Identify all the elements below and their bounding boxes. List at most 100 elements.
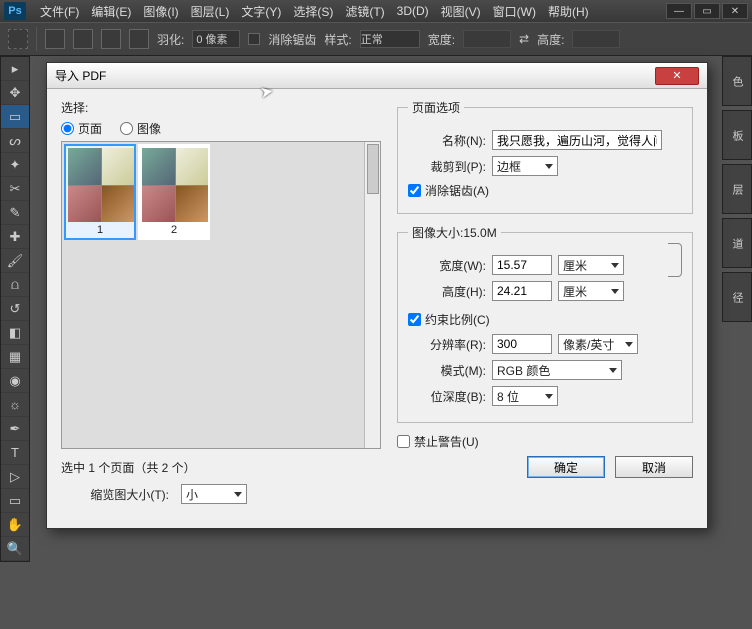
image-size-legend: 图像大小:15.0M <box>408 224 501 241</box>
marquee-tool-preset-icon[interactable] <box>8 29 28 49</box>
shape-tool[interactable]: ▭ <box>1 489 29 513</box>
mode-label: 模式(M): <box>408 362 486 379</box>
tab-toggle-icon[interactable]: ▸ <box>1 57 29 81</box>
lasso-tool[interactable]: ᔕ <box>1 129 29 153</box>
menu-view[interactable]: 视图(V) <box>435 3 487 20</box>
app-logo: Ps <box>4 2 26 20</box>
tools-panel: ▸ ✥ ▭ ᔕ ✦ ✂ ✎ ✚ 🖌 ⩍ ↺ ◧ ▦ ◉ ☼ ✒ T ▷ ▭ ✋ … <box>0 56 30 562</box>
thumbnail-2[interactable]: 2 <box>138 144 210 240</box>
healing-brush-tool[interactable]: ✚ <box>1 225 29 249</box>
selection-subtract-icon[interactable] <box>101 29 121 49</box>
suppress-warnings-checkbox[interactable]: 禁止警告(U) <box>397 433 693 450</box>
gradient-tool[interactable]: ▦ <box>1 345 29 369</box>
dialog-title: 导入 PDF <box>55 67 106 84</box>
menu-image[interactable]: 图像(I) <box>137 3 184 20</box>
thumbnail-1[interactable]: 1 <box>64 144 136 240</box>
window-minimize-button[interactable]: — <box>666 3 692 19</box>
antialias-checkbox[interactable] <box>248 33 260 45</box>
crop-select[interactable]: 边框 <box>492 156 558 176</box>
menu-layer[interactable]: 图层(L) <box>185 3 236 20</box>
right-panels: 色 板 层 道 径 <box>722 56 752 322</box>
thumbsize-label: 缩览图大小(T): <box>61 486 169 503</box>
radio-image[interactable]: 图像 <box>120 120 161 137</box>
image-size-group: 图像大小:15.0M 宽度(W): 厘米 高度(H): 厘米 <box>397 224 693 423</box>
zoom-tool[interactable]: 🔍 <box>1 537 29 561</box>
height-label: 高度(H): <box>408 283 486 300</box>
options-bar: 羽化: 消除锯齿 样式: 正常 宽度: ⇄ 高度: <box>0 22 752 56</box>
width-input <box>463 30 511 48</box>
menu-window[interactable]: 窗口(W) <box>487 3 542 20</box>
width-label: 宽度(W): <box>408 257 486 274</box>
height-unit-select[interactable]: 厘米 <box>558 281 624 301</box>
ok-button[interactable]: 确定 <box>527 456 605 478</box>
menu-type[interactable]: 文字(Y) <box>235 3 287 20</box>
selection-intersect-icon[interactable] <box>129 29 149 49</box>
name-label: 名称(N): <box>408 132 486 149</box>
antialias-checkbox[interactable]: 消除锯齿(A) <box>408 182 682 199</box>
resolution-input[interactable] <box>492 334 552 354</box>
dialog-close-button[interactable]: ✕ <box>655 67 699 85</box>
menu-help[interactable]: 帮助(H) <box>542 3 595 20</box>
eraser-tool[interactable]: ◧ <box>1 321 29 345</box>
move-tool[interactable]: ✥ <box>1 81 29 105</box>
app-menubar: Ps 文件(F) 编辑(E) 图像(I) 图层(L) 文字(Y) 选择(S) 滤… <box>0 0 752 22</box>
eyedropper-tool[interactable]: ✎ <box>1 201 29 225</box>
feather-label: 羽化: <box>157 31 184 48</box>
pen-tool[interactable]: ✒ <box>1 417 29 441</box>
feather-input[interactable] <box>192 30 240 48</box>
brush-tool[interactable]: 🖌 <box>1 249 29 273</box>
clone-stamp-tool[interactable]: ⩍ <box>1 273 29 297</box>
menu-3d[interactable]: 3D(D) <box>391 4 435 18</box>
selection-status: 选中 1 个页面（共 2 个） <box>61 459 381 476</box>
hand-tool[interactable]: ✋ <box>1 513 29 537</box>
name-input[interactable] <box>492 130 662 150</box>
type-tool[interactable]: T <box>1 441 29 465</box>
resolution-unit-select[interactable]: 像素/英寸 <box>558 334 638 354</box>
thumbnail-image-icon <box>142 148 208 222</box>
menu-edit[interactable]: 编辑(E) <box>85 3 137 20</box>
link-wh-icon[interactable] <box>668 243 682 277</box>
panel-layers[interactable]: 层 <box>722 164 752 214</box>
path-select-tool[interactable]: ▷ <box>1 465 29 489</box>
marquee-tool[interactable]: ▭ <box>1 105 29 129</box>
page-options-group: 页面选项 名称(N): 裁剪到(P): 边框 消除锯齿(A) <box>397 99 693 214</box>
blur-tool[interactable]: ◉ <box>1 369 29 393</box>
history-brush-tool[interactable]: ↺ <box>1 297 29 321</box>
dodge-tool[interactable]: ☼ <box>1 393 29 417</box>
panel-swatches[interactable]: 板 <box>722 110 752 160</box>
menu-file[interactable]: 文件(F) <box>34 3 85 20</box>
menu-filter[interactable]: 滤镜(T) <box>339 3 390 20</box>
radio-page[interactable]: 页面 <box>61 120 102 137</box>
crop-label: 裁剪到(P): <box>408 158 486 175</box>
dialog-titlebar[interactable]: 导入 PDF ✕ <box>47 63 707 89</box>
cancel-button[interactable]: 取消 <box>615 456 693 478</box>
bitdepth-label: 位深度(B): <box>408 388 486 405</box>
height-input[interactable] <box>492 281 552 301</box>
thumbnail-number: 1 <box>97 224 103 236</box>
window-maximize-button[interactable]: ▭ <box>694 3 720 19</box>
panel-paths[interactable]: 径 <box>722 272 752 322</box>
swap-icon[interactable]: ⇄ <box>519 32 529 46</box>
thumbnail-image-icon <box>68 148 134 222</box>
constrain-checkbox[interactable]: 约束比例(C) <box>408 311 682 328</box>
resolution-label: 分辨率(R): <box>408 336 486 353</box>
select-label: 选择: <box>61 99 381 116</box>
width-input[interactable] <box>492 255 552 275</box>
selection-add-icon[interactable] <box>73 29 93 49</box>
antialias-label: 消除锯齿 <box>268 31 316 48</box>
mode-select[interactable]: RGB 颜色 <box>492 360 622 380</box>
magic-wand-tool[interactable]: ✦ <box>1 153 29 177</box>
style-select[interactable]: 正常 <box>360 30 420 48</box>
thumb-scrollbar[interactable] <box>364 142 380 448</box>
import-pdf-dialog: 导入 PDF ✕ 选择: 页面 图像 1 2 <box>46 62 708 529</box>
panel-channels[interactable]: 道 <box>722 218 752 268</box>
height-input <box>572 30 620 48</box>
selection-new-icon[interactable] <box>45 29 65 49</box>
menu-select[interactable]: 选择(S) <box>287 3 339 20</box>
thumbsize-select[interactable]: 小 <box>181 484 247 504</box>
window-close-button[interactable]: ✕ <box>722 3 748 19</box>
panel-color[interactable]: 色 <box>722 56 752 106</box>
width-unit-select[interactable]: 厘米 <box>558 255 624 275</box>
bitdepth-select[interactable]: 8 位 <box>492 386 558 406</box>
crop-tool[interactable]: ✂ <box>1 177 29 201</box>
